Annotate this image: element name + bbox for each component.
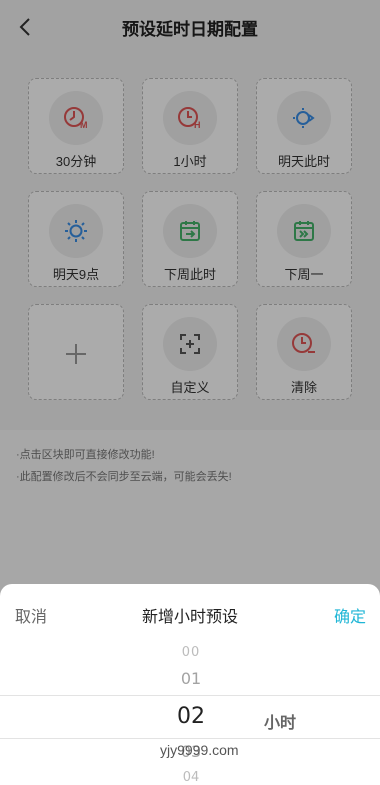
picker-option[interactable]: 04 [0,770,380,785]
picker-option-selected[interactable]: 02 [0,704,380,729]
picker-unit-label: 小时 [264,715,297,732]
picker-option[interactable]: 00 [0,645,380,660]
confirm-button[interactable]: 确定 [334,603,366,627]
watermark: yjy9999.com [160,742,239,758]
sheet-title: 新增小时预设 [141,609,238,626]
picker-option[interactable]: 01 [0,669,380,688]
hour-picker[interactable]: 00 01 02 03 04 小时 [0,639,380,785]
